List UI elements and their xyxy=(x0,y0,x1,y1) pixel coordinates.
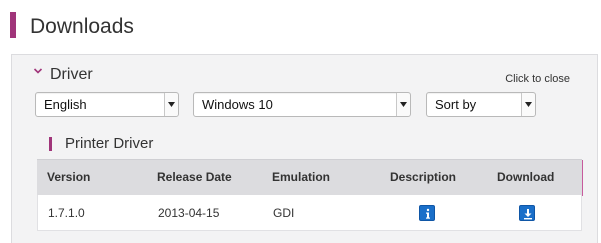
cell-release-date: 2013-04-15 xyxy=(158,206,220,220)
page-title: Downloads xyxy=(30,15,134,38)
subsection-title: Printer Driver xyxy=(65,135,154,152)
cell-emulation: GDI xyxy=(273,206,295,220)
column-header-release-date: Release Date xyxy=(157,170,232,184)
chevron-down-icon[interactable] xyxy=(396,93,410,116)
column-header-description: Description xyxy=(390,170,457,184)
language-select[interactable]: English xyxy=(35,92,179,117)
subsection-accent-bar xyxy=(49,137,52,151)
cell-version: 1.7.1.0 xyxy=(48,206,85,220)
header-accent-bar xyxy=(10,12,16,38)
driver-table: Version Release Date Emulation Descripti… xyxy=(37,159,583,231)
sort-select[interactable]: Sort by xyxy=(426,92,536,117)
chevron-down-icon[interactable] xyxy=(33,66,43,76)
page-header: Downloads xyxy=(0,8,601,40)
close-link[interactable]: Click to close xyxy=(505,72,570,86)
driver-section-title[interactable]: Driver xyxy=(50,66,93,84)
os-select-value: Windows 10 xyxy=(202,97,273,112)
language-select-value: English xyxy=(44,97,87,112)
driver-toggle[interactable]: Driver Click to close xyxy=(12,55,597,85)
sort-select-value: Sort by xyxy=(435,97,477,112)
chevron-down-icon[interactable] xyxy=(521,93,535,116)
info-icon[interactable] xyxy=(419,205,435,221)
column-header-download: Download xyxy=(497,170,555,184)
driver-panel: Driver Click to close English Windows 10… xyxy=(11,54,598,243)
os-select[interactable]: Windows 10 xyxy=(193,92,411,117)
table-row: 1.7.1.0 2013-04-15 GDI xyxy=(37,195,582,231)
chevron-down-icon[interactable] xyxy=(164,93,178,116)
table-header-row: Version Release Date Emulation Descripti… xyxy=(37,159,583,196)
header-edge xyxy=(582,160,583,196)
column-header-emulation: Emulation xyxy=(272,170,331,184)
download-icon[interactable] xyxy=(519,205,535,221)
column-header-version: Version xyxy=(47,170,91,184)
